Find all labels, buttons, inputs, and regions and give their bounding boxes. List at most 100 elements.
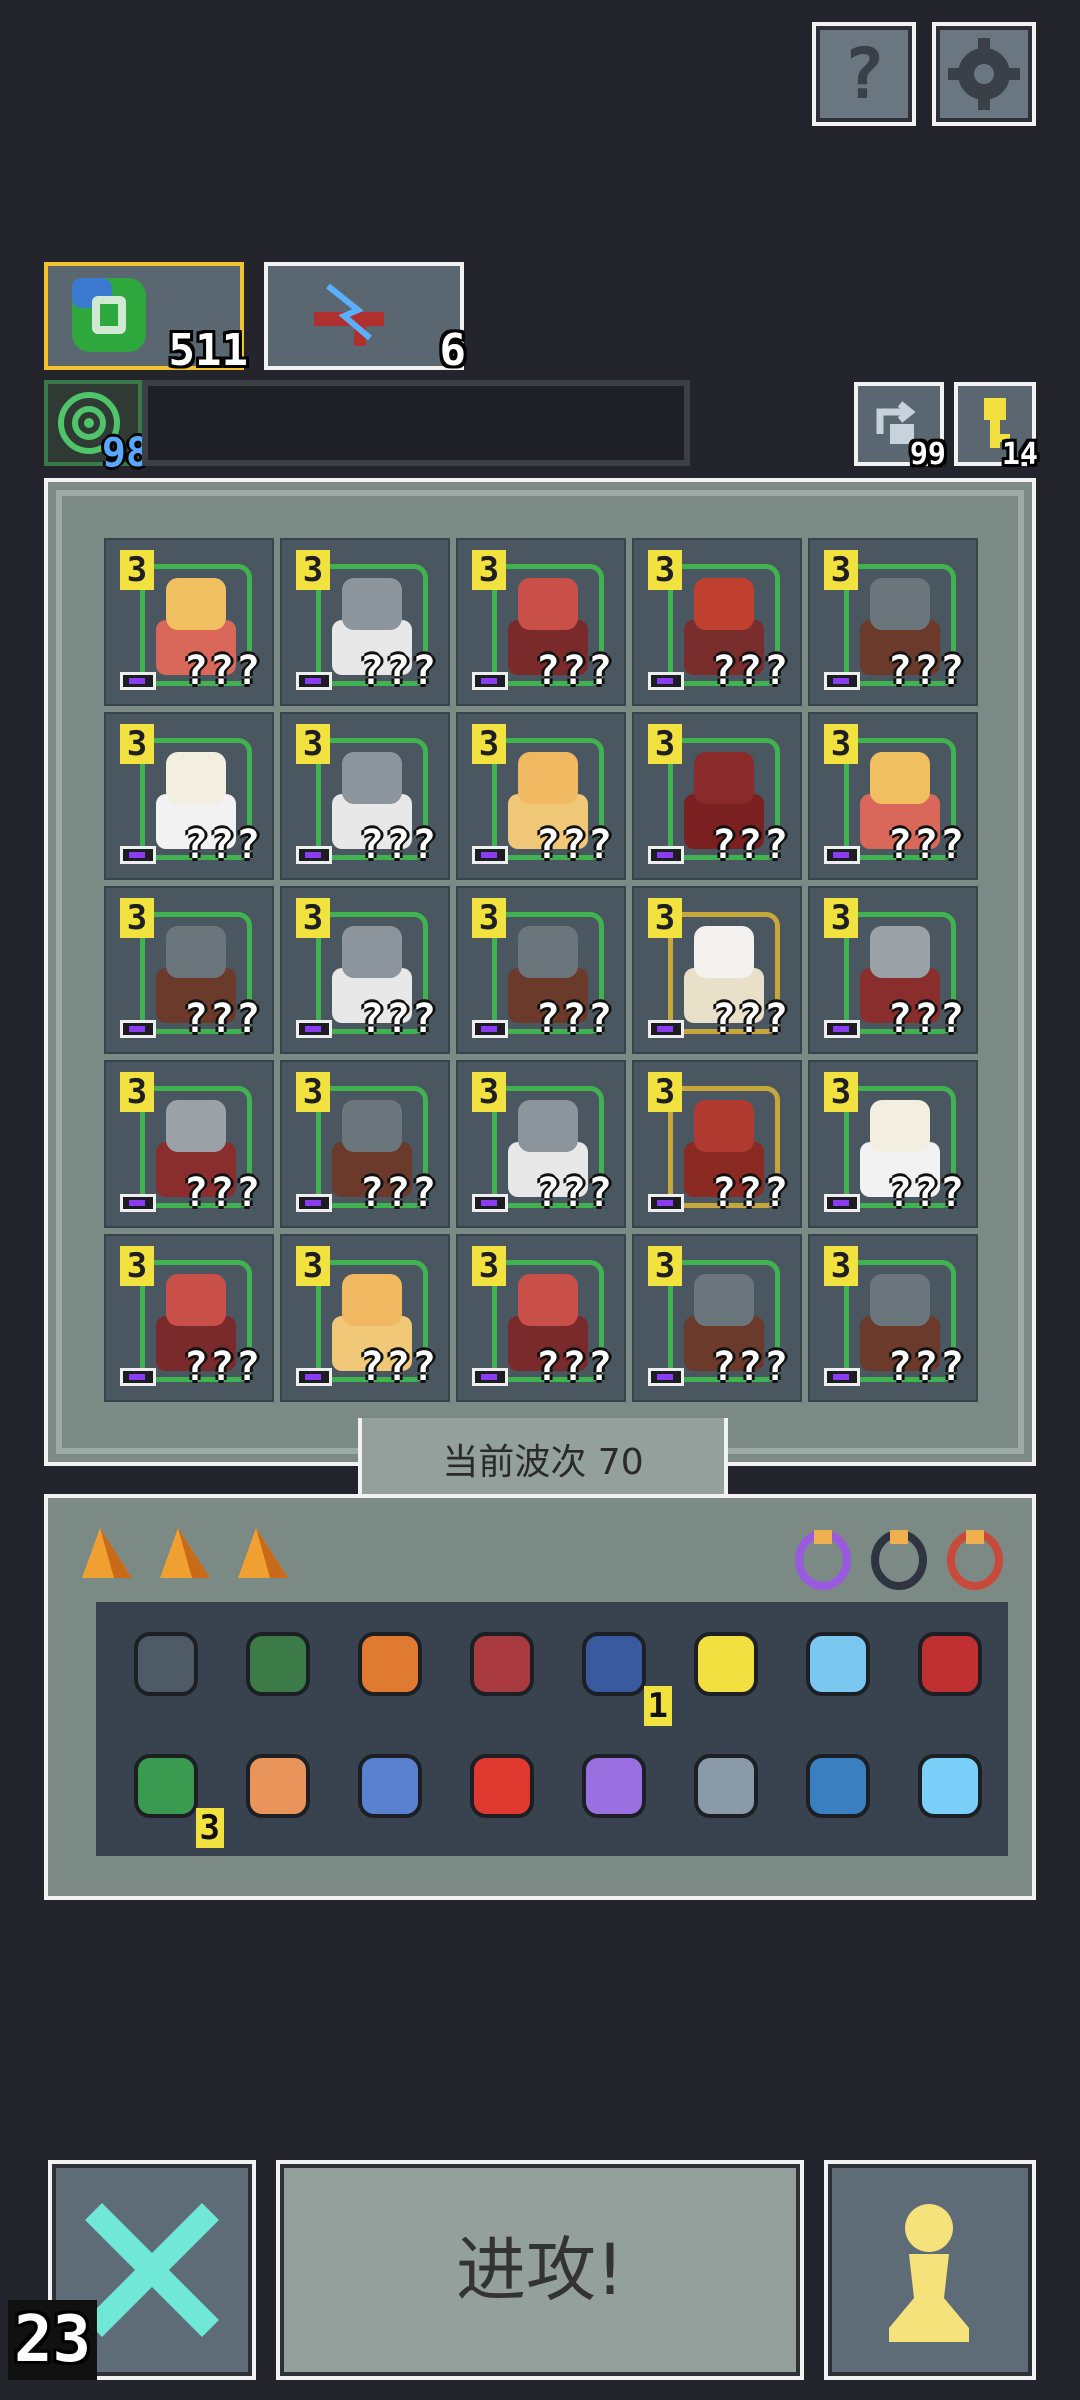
unit-level-badge: 3 xyxy=(472,1072,506,1112)
unit-slot[interactable]: 3??? xyxy=(456,538,626,706)
unit-slot[interactable]: 3??? xyxy=(632,1060,802,1228)
unit-name: ??? xyxy=(711,1344,790,1390)
unit-mana-bar xyxy=(296,1194,332,1212)
unit-level-badge: 3 xyxy=(472,724,506,764)
unit-mana-bar xyxy=(120,846,156,864)
unit-mana-bar xyxy=(120,1020,156,1038)
inventory-item[interactable] xyxy=(798,1624,886,1712)
orange-armor-icon xyxy=(358,1632,422,1696)
unit-slot[interactable]: 3??? xyxy=(280,712,450,880)
unit-mana-bar xyxy=(648,1194,684,1212)
reroll-button[interactable]: 99 xyxy=(854,382,946,472)
unit-slot[interactable]: 3??? xyxy=(808,712,978,880)
inventory-item[interactable]: 1 xyxy=(574,1624,672,1726)
unit-name: ??? xyxy=(711,996,790,1042)
item-count: 1 xyxy=(643,1686,672,1726)
unit-slot[interactable]: 3??? xyxy=(280,886,450,1054)
unit-slot[interactable]: 3??? xyxy=(456,1234,626,1402)
inventory-item[interactable] xyxy=(238,1746,326,1834)
item-grid: 13 xyxy=(96,1602,1008,1856)
unit-slot[interactable]: 3??? xyxy=(808,538,978,706)
unit-slot[interactable]: 3??? xyxy=(104,1234,274,1402)
attack-button[interactable]: 进攻! xyxy=(276,2160,804,2380)
help-icon: ? xyxy=(842,33,886,115)
unit-name: ??? xyxy=(887,996,966,1042)
unit-menu-button[interactable] xyxy=(824,2160,1036,2380)
help-button[interactable]: ? xyxy=(812,22,916,126)
inventory-item[interactable] xyxy=(126,1624,214,1712)
unit-slot[interactable]: 3??? xyxy=(632,712,802,880)
inventory-item[interactable] xyxy=(462,1624,550,1712)
gear-icon xyxy=(948,38,1020,110)
lightning-icon xyxy=(918,1754,982,1818)
inventory-item[interactable] xyxy=(910,1746,998,1834)
inventory-item[interactable] xyxy=(238,1624,326,1712)
unit-mana-bar xyxy=(824,846,860,864)
purple-ring-icon[interactable] xyxy=(790,1524,878,1612)
gem-counter[interactable]: 511 xyxy=(44,262,248,376)
unit-slot[interactable]: 3??? xyxy=(456,712,626,880)
unit-slot[interactable]: 3??? xyxy=(280,1060,450,1228)
turn-counter: 23 xyxy=(8,2300,98,2380)
unit-name: ??? xyxy=(535,1344,614,1390)
unit-name: ??? xyxy=(183,1170,262,1216)
inventory-item[interactable] xyxy=(574,1746,662,1834)
unit-slot[interactable]: 3??? xyxy=(808,886,978,1054)
ring-slots xyxy=(780,1508,1020,1598)
orange-shard-icon[interactable] xyxy=(152,1520,240,1608)
unit-level-badge: 3 xyxy=(824,898,858,938)
unit-name: ??? xyxy=(711,648,790,694)
battery-icon xyxy=(470,1754,534,1818)
unit-slot[interactable]: 3??? xyxy=(632,1234,802,1402)
unit-level-badge: 3 xyxy=(472,550,506,590)
unit-slot[interactable]: 3??? xyxy=(808,1060,978,1228)
unit-slot[interactable]: 3??? xyxy=(456,886,626,1054)
dark-amulet-icon[interactable] xyxy=(866,1524,954,1612)
unit-slot[interactable]: 3??? xyxy=(104,1060,274,1228)
unit-slot[interactable]: 3??? xyxy=(456,1060,626,1228)
key-button[interactable]: 14 xyxy=(954,382,1038,472)
inventory-item[interactable] xyxy=(798,1746,886,1834)
unit-slot[interactable]: 3??? xyxy=(632,538,802,706)
unit-level-badge: 3 xyxy=(648,898,682,938)
unit-level-badge: 3 xyxy=(296,550,330,590)
unit-level-badge: 3 xyxy=(472,1246,506,1286)
orange-shard-icon[interactable] xyxy=(74,1520,162,1608)
shard-slots xyxy=(64,1508,304,1598)
unit-mana-bar xyxy=(824,672,860,690)
weapon-counter[interactable]: 6 xyxy=(264,262,466,376)
unit-slot[interactable]: 3??? xyxy=(280,538,450,706)
unit-slot[interactable]: 3??? xyxy=(104,712,274,880)
unit-slot[interactable]: 3??? xyxy=(104,886,274,1054)
unit-level-badge: 3 xyxy=(120,724,154,764)
unit-level-badge: 3 xyxy=(296,1246,330,1286)
basket-icon xyxy=(806,1754,870,1818)
inventory-item[interactable] xyxy=(350,1624,438,1712)
unit-slot[interactable]: 3??? xyxy=(808,1234,978,1402)
settings-button[interactable] xyxy=(932,22,1036,126)
inventory-item[interactable] xyxy=(686,1746,774,1834)
orange-shard-icon[interactable] xyxy=(230,1520,318,1608)
inventory-item[interactable] xyxy=(462,1746,550,1834)
unit-name: ??? xyxy=(887,822,966,868)
unit-name: ??? xyxy=(183,1344,262,1390)
unit-slot[interactable]: 3??? xyxy=(280,1234,450,1402)
inventory-item[interactable]: 3 xyxy=(126,1746,224,1848)
unit-level-badge: 3 xyxy=(824,550,858,590)
shield-icon xyxy=(134,1632,198,1696)
unit-name: ??? xyxy=(535,822,614,868)
gem-count: 511 xyxy=(168,325,248,376)
unit-slot[interactable]: 3??? xyxy=(632,886,802,1054)
attack-label: 进攻! xyxy=(455,2229,625,2311)
unit-name: ??? xyxy=(183,822,262,868)
green-helmet-icon xyxy=(246,1632,310,1696)
weapon-icon xyxy=(314,283,384,346)
inventory-item[interactable] xyxy=(910,1624,998,1712)
unit-name: ??? xyxy=(887,648,966,694)
unit-name: ??? xyxy=(535,648,614,694)
unit-slot[interactable]: 3??? xyxy=(104,538,274,706)
inventory-item[interactable] xyxy=(350,1746,438,1834)
green-gem-icon xyxy=(72,278,146,352)
red-ring-icon[interactable] xyxy=(942,1524,1030,1612)
inventory-item[interactable] xyxy=(686,1624,774,1712)
